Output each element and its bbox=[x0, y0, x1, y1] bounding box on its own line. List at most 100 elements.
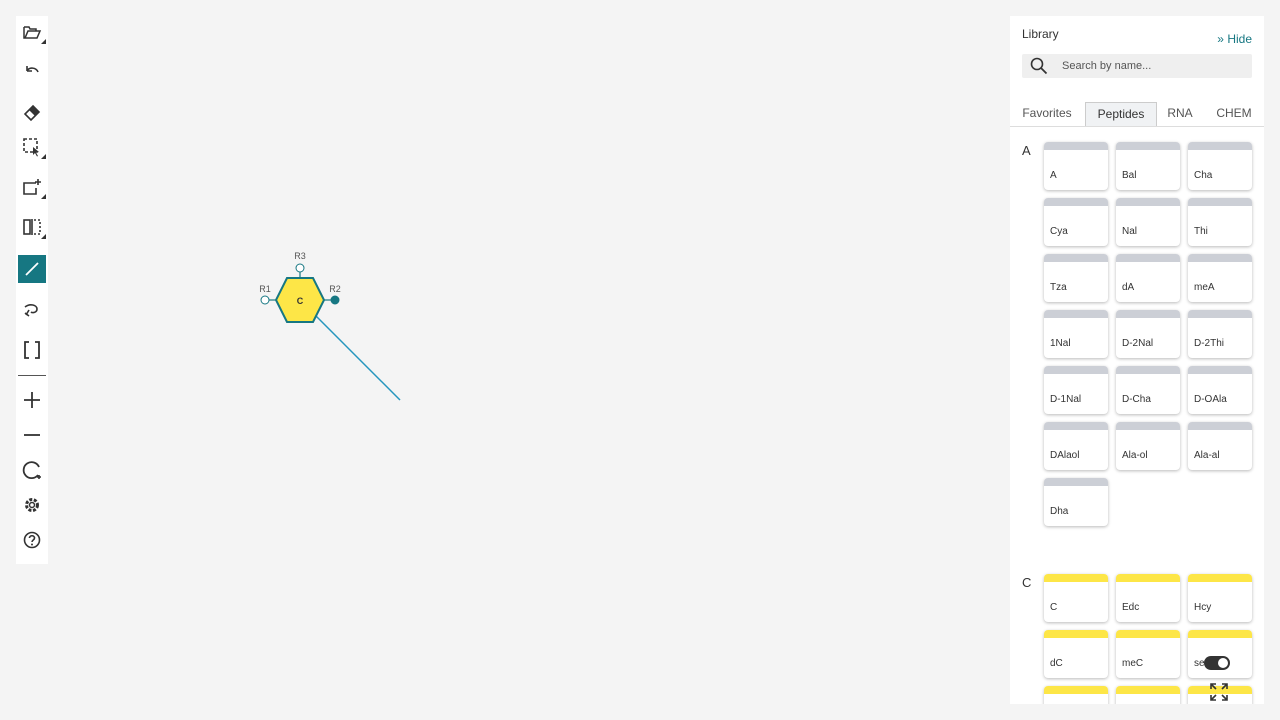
flip-icon bbox=[23, 219, 41, 235]
library-panel: Library » Hide Favorites Peptides RNA CH… bbox=[1010, 16, 1264, 704]
monomer-card[interactable]: D-Cha bbox=[1116, 366, 1180, 414]
toolbar-divider bbox=[18, 375, 46, 376]
hide-label: Hide bbox=[1227, 32, 1252, 46]
monomer-card[interactable]: Edc bbox=[1116, 574, 1180, 622]
monomer-name: dA bbox=[1122, 282, 1135, 293]
library-search bbox=[1022, 54, 1252, 78]
monomer-color-bar bbox=[1188, 630, 1252, 638]
expand-icon[interactable] bbox=[1209, 682, 1229, 702]
monomer-card[interactable]: Ala-al bbox=[1188, 422, 1252, 470]
minus-icon bbox=[24, 434, 40, 436]
monomer-name: se bbox=[1194, 658, 1205, 669]
library-tabs: Favorites Peptides RNA CHEM bbox=[1010, 102, 1264, 127]
monomer-card[interactable]: DAlaol bbox=[1044, 422, 1108, 470]
submenu-indicator bbox=[41, 194, 46, 199]
monomer-color-bar bbox=[1044, 366, 1108, 374]
monomer-name: Edc bbox=[1122, 602, 1140, 613]
monomer-card[interactable]: Tza bbox=[1044, 254, 1108, 302]
monomer-card[interactable]: D-2Nal bbox=[1116, 310, 1180, 358]
monomer-name: D-2Nal bbox=[1122, 338, 1154, 349]
monomer-color-bar bbox=[1044, 310, 1108, 318]
monomer-name: 1Nal bbox=[1050, 338, 1071, 349]
antisense-button[interactable] bbox=[18, 295, 46, 323]
flip-button[interactable] bbox=[18, 213, 46, 241]
gear-icon bbox=[25, 498, 39, 512]
settings-button[interactable] bbox=[18, 491, 46, 519]
monomer-card[interactable] bbox=[1116, 686, 1180, 704]
zoom-in-button[interactable] bbox=[18, 386, 46, 414]
monomer-card[interactable]: meA bbox=[1188, 254, 1252, 302]
eraser-icon bbox=[23, 104, 41, 122]
monomer-card[interactable]: dC bbox=[1044, 630, 1108, 678]
monomer-name: Nal bbox=[1122, 226, 1138, 237]
monomer-card[interactable]: dA bbox=[1116, 254, 1180, 302]
monomer-card[interactable]: meC bbox=[1116, 630, 1180, 678]
monomer-color-bar bbox=[1044, 686, 1108, 694]
canvas-drawing: C R3 R1 R2 bbox=[259, 251, 401, 401]
erase-button[interactable] bbox=[18, 99, 46, 127]
r2-label: R2 bbox=[329, 284, 341, 294]
monomer-color-bar bbox=[1116, 574, 1180, 582]
group-letter: C bbox=[1022, 575, 1032, 590]
monomer-card[interactable]: D-2Thi bbox=[1188, 310, 1252, 358]
attachment-point-r3[interactable] bbox=[295, 263, 305, 273]
undo-button[interactable] bbox=[18, 58, 46, 86]
tab-chem[interactable]: CHEM bbox=[1212, 102, 1256, 126]
monomer-card[interactable]: Bal bbox=[1116, 142, 1180, 190]
group-letter: A bbox=[1022, 143, 1031, 158]
monomer-card[interactable] bbox=[1044, 686, 1108, 704]
help-button[interactable] bbox=[18, 526, 46, 554]
submenu-indicator bbox=[41, 234, 46, 239]
monomer-card[interactable]: D-OAla bbox=[1188, 366, 1252, 414]
reset-icon bbox=[22, 461, 41, 480]
monomer-name: Bal bbox=[1122, 170, 1137, 181]
monomer-card[interactable]: D-1Nal bbox=[1044, 366, 1108, 414]
monomer-card[interactable]: 1Nal bbox=[1044, 310, 1108, 358]
open-file-button[interactable] bbox=[18, 18, 46, 46]
reset-zoom-button[interactable] bbox=[18, 456, 46, 484]
toggle-switch[interactable] bbox=[1204, 656, 1230, 670]
tab-rna[interactable]: RNA bbox=[1162, 102, 1198, 126]
monomer-color-bar bbox=[1188, 142, 1252, 150]
r1-label: R1 bbox=[259, 284, 271, 294]
search-icon bbox=[1030, 57, 1048, 75]
search-input[interactable] bbox=[1062, 54, 1242, 78]
monomer-card[interactable]: Cha bbox=[1188, 142, 1252, 190]
monomer-name: Cha bbox=[1194, 170, 1213, 181]
monomer-card[interactable]: se bbox=[1188, 630, 1252, 678]
folder-open-icon bbox=[23, 26, 42, 39]
monomer-name: A bbox=[1050, 170, 1057, 181]
monomer-card[interactable]: Thi bbox=[1188, 198, 1252, 246]
monomer-color-bar bbox=[1188, 310, 1252, 318]
monomer-card[interactable]: Dha bbox=[1044, 478, 1108, 526]
monomer-color-bar bbox=[1116, 198, 1180, 206]
tab-peptides[interactable]: Peptides bbox=[1085, 102, 1157, 126]
brackets-button[interactable] bbox=[18, 336, 46, 364]
monomer-name: Thi bbox=[1194, 226, 1208, 237]
monomer-name: D-1Nal bbox=[1050, 394, 1082, 405]
monomer-card[interactable]: Hcy bbox=[1188, 574, 1252, 622]
tab-favorites[interactable]: Favorites bbox=[1014, 102, 1080, 126]
monomer-name: DAlaol bbox=[1050, 450, 1080, 461]
monomer-color-bar bbox=[1044, 254, 1108, 262]
monomer-color-bar bbox=[1188, 198, 1252, 206]
monomer-name: dC bbox=[1050, 658, 1063, 669]
monomer-color-bar bbox=[1044, 142, 1108, 150]
monomer-card[interactable]: C bbox=[1044, 574, 1108, 622]
monomer-name: Hcy bbox=[1194, 602, 1212, 613]
monomer-color-bar bbox=[1044, 574, 1108, 582]
monomer-card[interactable]: A bbox=[1044, 142, 1108, 190]
zoom-out-button[interactable] bbox=[18, 421, 46, 449]
monomer-color-bar bbox=[1116, 686, 1180, 694]
monomer-card[interactable]: Cya bbox=[1044, 198, 1108, 246]
editor-canvas[interactable]: C R3 R1 R2 bbox=[60, 0, 1000, 720]
monomer-card[interactable]: Nal bbox=[1116, 198, 1180, 246]
select-button[interactable] bbox=[18, 133, 46, 161]
attachment-point-r1[interactable] bbox=[260, 295, 270, 305]
single-bond-button[interactable] bbox=[18, 255, 46, 283]
hide-library-button[interactable]: » Hide bbox=[1217, 32, 1252, 46]
attachment-point-r2[interactable] bbox=[330, 295, 340, 305]
monomer-card[interactable]: Ala-ol bbox=[1116, 422, 1180, 470]
create-button[interactable] bbox=[18, 173, 46, 201]
monomer-name: C bbox=[1050, 602, 1058, 613]
